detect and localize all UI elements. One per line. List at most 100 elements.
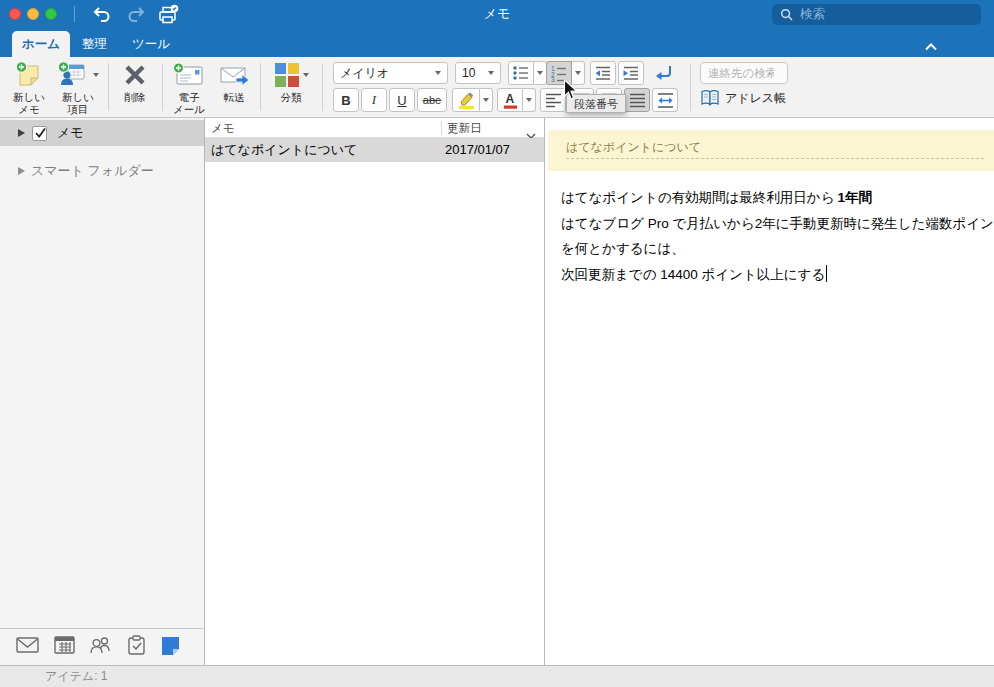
note-title-banner: はてなポイントについて: [548, 130, 994, 171]
highlight-color-icon: [457, 91, 476, 110]
font-color-icon: A: [502, 91, 519, 110]
notes-module-icon[interactable]: [160, 635, 181, 660]
italic-button[interactable]: I: [361, 88, 387, 112]
new-item-button[interactable]: 新しい項目: [52, 60, 104, 115]
disclosure-triangle-icon[interactable]: [18, 167, 25, 175]
delete-icon: [122, 60, 148, 90]
module-switcher: [0, 628, 204, 665]
contact-search-box[interactable]: [700, 62, 788, 84]
new-item-icon: [57, 60, 99, 90]
distribute-text-button[interactable]: [652, 88, 678, 112]
tab-organize[interactable]: 整理: [72, 31, 117, 57]
people-module-icon[interactable]: [89, 635, 112, 659]
list-header: メモ 更新日: [205, 118, 544, 138]
sidebar-folder-notes[interactable]: メモ: [0, 120, 204, 146]
increase-indent-icon: [622, 64, 640, 82]
font-name-select[interactable]: メイリオ: [333, 62, 448, 84]
contact-search-input[interactable]: [701, 67, 781, 79]
bullet-list-button[interactable]: [508, 61, 534, 85]
email-label: 電子: [179, 91, 200, 103]
note-title: はてなポイントについて: [566, 139, 701, 156]
svg-text:3: 3: [551, 76, 555, 82]
note-paragraph: 次回更新までの 14400 ポイント以上にする: [561, 262, 994, 288]
increase-indent-button[interactable]: [618, 61, 644, 85]
tab-home[interactable]: ホーム: [12, 31, 70, 57]
folder-label: スマート フォルダー: [31, 162, 154, 180]
disclosure-triangle-icon[interactable]: [18, 129, 25, 137]
mouse-cursor: [563, 79, 578, 105]
new-note-button[interactable]: 新しいメモ: [6, 60, 52, 115]
title-divider: [566, 158, 984, 159]
strikethrough-button[interactable]: abe: [417, 88, 447, 112]
text-direction-icon: [653, 63, 675, 83]
categorize-icon: [274, 60, 309, 90]
font-size-value: 10: [462, 66, 475, 80]
font-size-select[interactable]: 10: [455, 62, 501, 84]
forward-label: 転送: [224, 92, 245, 104]
search-input[interactable]: [800, 7, 960, 21]
note-paragraph: を何とかするには、: [561, 236, 994, 262]
folder-label: メモ: [57, 124, 84, 142]
note-item-date: 2017/01/07: [445, 138, 510, 162]
forward-button[interactable]: 転送: [212, 60, 256, 104]
sidebar: メモ スマート フォルダー: [0, 118, 205, 665]
email-icon: [173, 60, 205, 90]
status-bar: アイテム: 1: [0, 665, 994, 687]
text-direction-button[interactable]: [650, 61, 678, 85]
new-note-label: 新しい: [13, 91, 45, 103]
svg-text:A: A: [505, 92, 514, 106]
note-paragraph: はてなポイントの有効期間は最終利用日から1年間: [561, 185, 994, 211]
align-left-icon: [545, 92, 562, 109]
column-divider: [441, 121, 442, 135]
categorize-button[interactable]: 分類: [266, 60, 316, 104]
categorize-label: 分類: [281, 92, 302, 104]
ribbon-tabs: ホーム 整理 ツール: [0, 28, 994, 57]
forward-icon: [218, 60, 250, 90]
mail-module-icon[interactable]: [16, 635, 39, 659]
distribute-text-icon: [657, 92, 674, 109]
note-list-item[interactable]: はてなポイントについて 2017/01/07: [205, 138, 544, 162]
calendar-module-icon[interactable]: [54, 635, 75, 659]
title-bar: メモ: [0, 0, 994, 28]
search-box[interactable]: [772, 4, 981, 25]
bullet-list-icon: [512, 64, 530, 82]
email-button[interactable]: 電子メール: [166, 60, 212, 115]
text-caret: [826, 265, 827, 282]
decrease-indent-icon: [594, 64, 612, 82]
main-area: メモ スマート フォルダー メモ: [0, 118, 994, 665]
bold-button[interactable]: B: [333, 88, 359, 112]
new-note-icon: [15, 60, 43, 90]
delete-label: 削除: [125, 92, 146, 104]
tasks-module-icon[interactable]: [127, 635, 146, 660]
justify-button[interactable]: [624, 88, 650, 112]
font-size-dropdown-arrow: [488, 71, 494, 75]
note-editor[interactable]: はてなポイントの有効期間は最終利用日から1年間 はてなブログ Pro で月払いか…: [561, 185, 994, 287]
ribbon-toolbar: 新しいメモ 新しい項目 削除 電子メール 転送 分類: [0, 57, 994, 118]
reading-pane: はてなポイントについて はてなポイントの有効期間は最終利用日から1年間 はてなブ…: [546, 118, 994, 665]
font-name-value: メイリオ: [340, 65, 389, 82]
sidebar-folder-smart-folders[interactable]: スマート フォルダー: [0, 158, 204, 184]
new-item-dropdown-arrow[interactable]: [93, 73, 99, 77]
note-paragraph: はてなブログ Pro で月払いから2年に手動更新時に発生した端数ポイント: [561, 211, 994, 237]
address-book-icon: [700, 89, 720, 107]
tab-tools[interactable]: ツール: [122, 31, 180, 57]
font-name-dropdown-arrow: [435, 71, 441, 75]
column-header-date[interactable]: 更新日: [447, 118, 482, 138]
folder-checkbox[interactable]: [32, 126, 47, 141]
decrease-indent-button[interactable]: [590, 61, 616, 85]
column-header-title[interactable]: メモ: [211, 118, 235, 138]
delete-button[interactable]: 削除: [112, 60, 158, 104]
highlight-color-button[interactable]: [452, 88, 480, 112]
highlight-dropdown-arrow[interactable]: [480, 88, 493, 112]
categorize-dropdown-arrow[interactable]: [303, 73, 309, 77]
note-list-pane: メモ 更新日 はてなポイントについて 2017/01/07: [205, 118, 545, 665]
justify-icon: [629, 92, 646, 109]
font-color-button[interactable]: A: [497, 88, 523, 112]
address-book-button[interactable]: アドレス帳: [700, 89, 786, 107]
font-color-dropdown-arrow[interactable]: [523, 88, 536, 112]
underline-button[interactable]: U: [389, 88, 415, 112]
note-item-title: はてなポイントについて: [211, 138, 357, 162]
collapse-ribbon-icon[interactable]: [924, 37, 938, 55]
address-book-label: アドレス帳: [725, 90, 786, 107]
item-count: アイテム: 1: [45, 666, 107, 687]
